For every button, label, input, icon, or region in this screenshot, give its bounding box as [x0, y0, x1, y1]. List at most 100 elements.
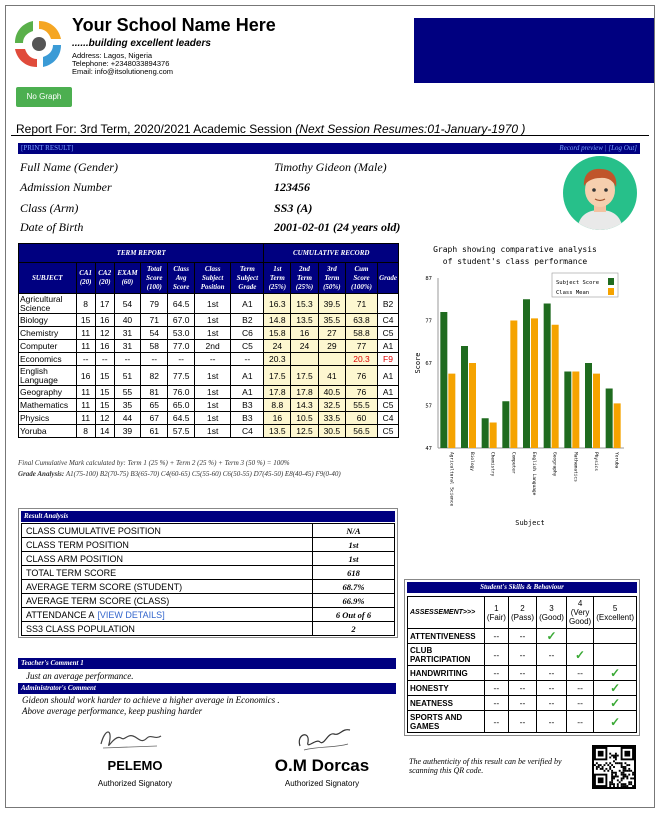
grade-cell: 39	[113, 424, 142, 438]
signature-pelemo	[100, 731, 162, 749]
signatory-name: PELEMO	[107, 758, 163, 773]
subject-name: Yoruba	[18, 424, 77, 438]
print-result-link[interactable]: [PRINT RESULT]	[21, 143, 73, 154]
result-analysis-label-text: CLASS CUMULATIVE POSITION	[26, 525, 161, 536]
chart-bar	[572, 371, 580, 448]
check-icon: ✓	[593, 695, 637, 711]
grade-cell: 27	[317, 326, 346, 340]
skill-empty-cell: --	[565, 710, 595, 733]
grade-cell: 1st	[193, 411, 232, 425]
grade-cell: 57.5	[167, 424, 195, 438]
signatory-title: Authorized Signatory	[97, 779, 173, 788]
bio-label: Date of Birth	[20, 220, 84, 234]
grade-cell: 1st	[193, 313, 232, 327]
grade-row: Mathematics 11 15 35 65 65.0 1st B3 8.8 14.3 32.5 5…	[18, 398, 399, 412]
grade-cell: C4	[230, 424, 265, 438]
view-details-link[interactable]: [VIEW DETAILS]	[97, 610, 164, 620]
grade-cell: 13.5	[290, 313, 319, 327]
grade-cell: 1st	[193, 293, 232, 314]
result-analysis-row: CLASS ARM POSITION 1st	[21, 551, 395, 566]
grade-cell: 76.0	[167, 385, 195, 399]
skill-empty-cell: --	[565, 665, 595, 681]
result-analysis-value: 68.7%	[312, 579, 395, 594]
teacher-comment-title: Teacher's Comment 1	[18, 658, 396, 669]
grade-cell: 15	[75, 313, 96, 327]
grade-cell: 81	[140, 385, 169, 399]
grade-cell: 16	[94, 313, 115, 327]
check-icon: ✓	[593, 680, 637, 696]
header-banner	[414, 18, 654, 83]
grade-cell: 17.5	[263, 365, 292, 386]
grade-cell: 58.8	[344, 326, 379, 340]
record-preview-link[interactable]: Record preview	[559, 144, 603, 152]
result-analysis-label-text: TOTAL TERM SCORE	[26, 567, 117, 578]
date-of-birth: 2001-02-01 (24 years old)	[274, 220, 401, 234]
grade-cell: 11	[75, 385, 96, 399]
signatory-name: O.M Dorcas	[274, 756, 370, 775]
chart-title: of student's class performance	[443, 257, 588, 266]
grade-cell: 67.0	[167, 313, 195, 327]
subject-name: Economics	[18, 352, 77, 366]
no-graph-button[interactable]: No Graph	[16, 87, 72, 107]
skill-empty-cell: --	[483, 665, 509, 681]
grade-cell: 14.3	[290, 398, 319, 412]
grade-cell: --	[113, 352, 142, 366]
bio-strip: [PRINT RESULT] Record preview | [Log Out…	[18, 143, 640, 154]
skill-empty-cell: --	[565, 680, 595, 696]
result-analysis-label-text: ATTENDANCE A	[26, 609, 95, 620]
skill-label: SPORTS AND GAMES	[407, 710, 485, 733]
subject-name: Computer	[18, 339, 77, 353]
grade-cell: 67	[140, 411, 169, 425]
grade-cell: A1	[377, 339, 399, 353]
skill-empty-cell: --	[507, 695, 538, 711]
school-logo	[15, 21, 61, 67]
skill-row: CLUB PARTICIPATION -- -- -- ✓	[407, 643, 637, 666]
chart-bar	[531, 318, 538, 448]
result-analysis-row: CLASS TERM POSITION 1st	[21, 537, 395, 552]
check-icon: ✓	[593, 710, 637, 733]
grade-cell: C4	[377, 313, 399, 327]
result-analysis-label-text: SS3 CLASS POPULATION	[26, 623, 135, 634]
grade-cell: 55.5	[344, 398, 379, 412]
result-analysis-label-text: CLASS ARM POSITION	[26, 553, 124, 564]
result-analysis-value: 2	[312, 621, 395, 636]
grade-analysis: Grade Analysis: A1(75-100) B2(70-75) B3(…	[18, 470, 398, 479]
chart-bar	[523, 299, 530, 448]
skill-row: SPORTS AND GAMES -- -- -- -- ✓	[407, 710, 637, 733]
assessment-label: ASSESSEMENT>>>	[407, 596, 485, 629]
grade-cell: 14	[94, 424, 115, 438]
y-axis-label: Score	[414, 352, 422, 373]
log-out-link[interactable]: [Log Out]	[608, 144, 637, 152]
grade-cell: 16	[263, 411, 292, 425]
grade-column-header: Grade	[377, 262, 399, 294]
grade-cell: 12.5	[290, 424, 319, 438]
grade-cell: 71	[140, 313, 169, 327]
grade-cell: 30.5	[317, 424, 346, 438]
subject-name: Physics	[18, 411, 77, 425]
result-analysis-value: 6 Out of 6	[312, 607, 395, 622]
result-analysis-label: TOTAL TERM SCORE	[21, 565, 313, 580]
grade-cell: 31	[113, 326, 142, 340]
rating-scale-header: 5 (Excellent)	[593, 596, 637, 629]
chart-bar	[448, 373, 456, 448]
grade-cell: 14.8	[263, 313, 292, 327]
grade-cell: C6	[230, 326, 265, 340]
chart-bar	[461, 346, 468, 448]
subject-name: English Language	[18, 365, 77, 386]
x-tick-label: Geography	[552, 452, 558, 477]
grades-table-wrap: TERM REPORT CUMULATIVE RECORD SUBJECT CA1…	[17, 243, 399, 438]
result-analysis-row: ATTENDANCE A [VIEW DETAILS] 6 Out of 6	[21, 607, 395, 622]
grade-cell: 65.0	[167, 398, 195, 412]
grade-cell: 17.8	[290, 385, 319, 399]
chart-bar	[605, 388, 613, 448]
skill-row: HANDWRITING -- -- -- -- ✓	[407, 665, 637, 681]
skill-empty-cell: --	[483, 628, 509, 644]
grade-cell: C4	[377, 411, 399, 425]
result-analysis-label-text: CLASS TERM POSITION	[26, 539, 129, 550]
grade-cell: A1	[377, 385, 399, 399]
result-analysis-row: CLASS CUMULATIVE POSITION N/A	[21, 523, 395, 538]
skill-empty-cell: --	[483, 643, 509, 666]
grade-cell: 8	[75, 293, 96, 314]
skill-empty-cell: --	[536, 680, 567, 696]
grade-cell: --	[230, 352, 265, 366]
